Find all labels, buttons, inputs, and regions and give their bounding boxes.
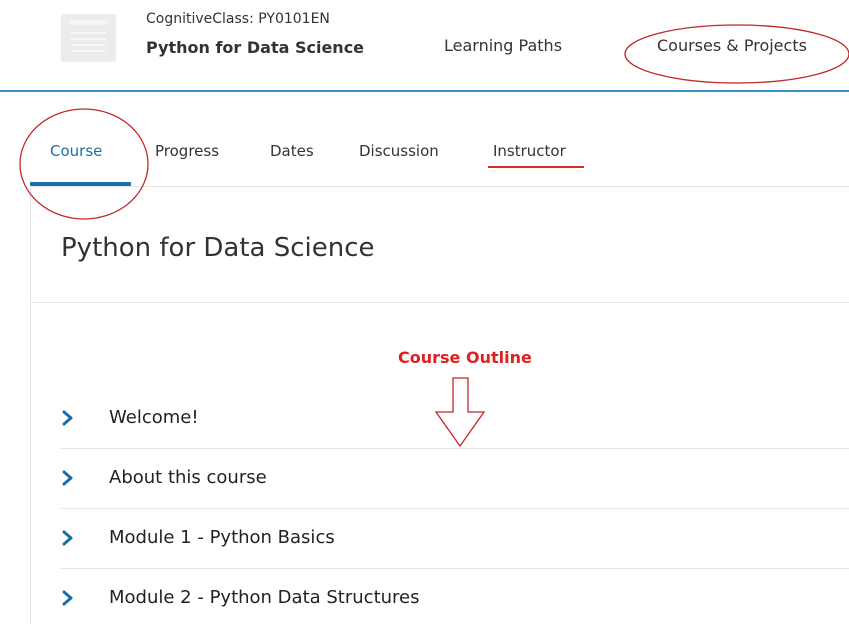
- tab-progress[interactable]: Progress: [155, 142, 219, 160]
- chevron-right-icon: [62, 470, 73, 486]
- course-logo-placeholder: [61, 14, 116, 62]
- course-outline-annotation: Course Outline: [398, 348, 532, 367]
- outline-item-module-1[interactable]: Module 1 - Python Basics: [61, 509, 849, 569]
- outline-item-label: About this course: [109, 467, 267, 488]
- course-code: CognitiveClass: PY0101EN: [146, 11, 330, 27]
- outline-item-label: Module 1 - Python Basics: [109, 527, 335, 548]
- outline-item-about[interactable]: About this course: [61, 449, 849, 509]
- tab-discussion[interactable]: Discussion: [359, 142, 439, 160]
- title-divider: [31, 302, 849, 303]
- tabs-divider: [30, 186, 849, 187]
- outline-item-label: Module 2 - Python Data Structures: [109, 587, 420, 608]
- tab-dates[interactable]: Dates: [270, 142, 314, 160]
- header-divider: [0, 90, 849, 92]
- annotation-ellipse-course-tab: [19, 108, 149, 220]
- nav-courses-projects[interactable]: Courses & Projects: [657, 36, 807, 55]
- nav-learning-paths[interactable]: Learning Paths: [444, 36, 562, 55]
- chevron-right-icon: [62, 410, 73, 426]
- course-title[interactable]: Python for Data Science: [146, 38, 364, 57]
- tab-instructor[interactable]: Instructor: [493, 142, 566, 160]
- chevron-right-icon: [62, 590, 73, 606]
- instructor-annotation-underline: [488, 166, 584, 168]
- tab-course[interactable]: Course: [50, 142, 102, 160]
- outline-item-welcome[interactable]: Welcome!: [61, 389, 849, 449]
- outline-item-module-2[interactable]: Module 2 - Python Data Structures: [61, 569, 849, 629]
- page-title: Python for Data Science: [61, 233, 375, 263]
- card-border: [30, 187, 31, 625]
- chevron-right-icon: [62, 530, 73, 546]
- outline-item-label: Welcome!: [109, 407, 199, 428]
